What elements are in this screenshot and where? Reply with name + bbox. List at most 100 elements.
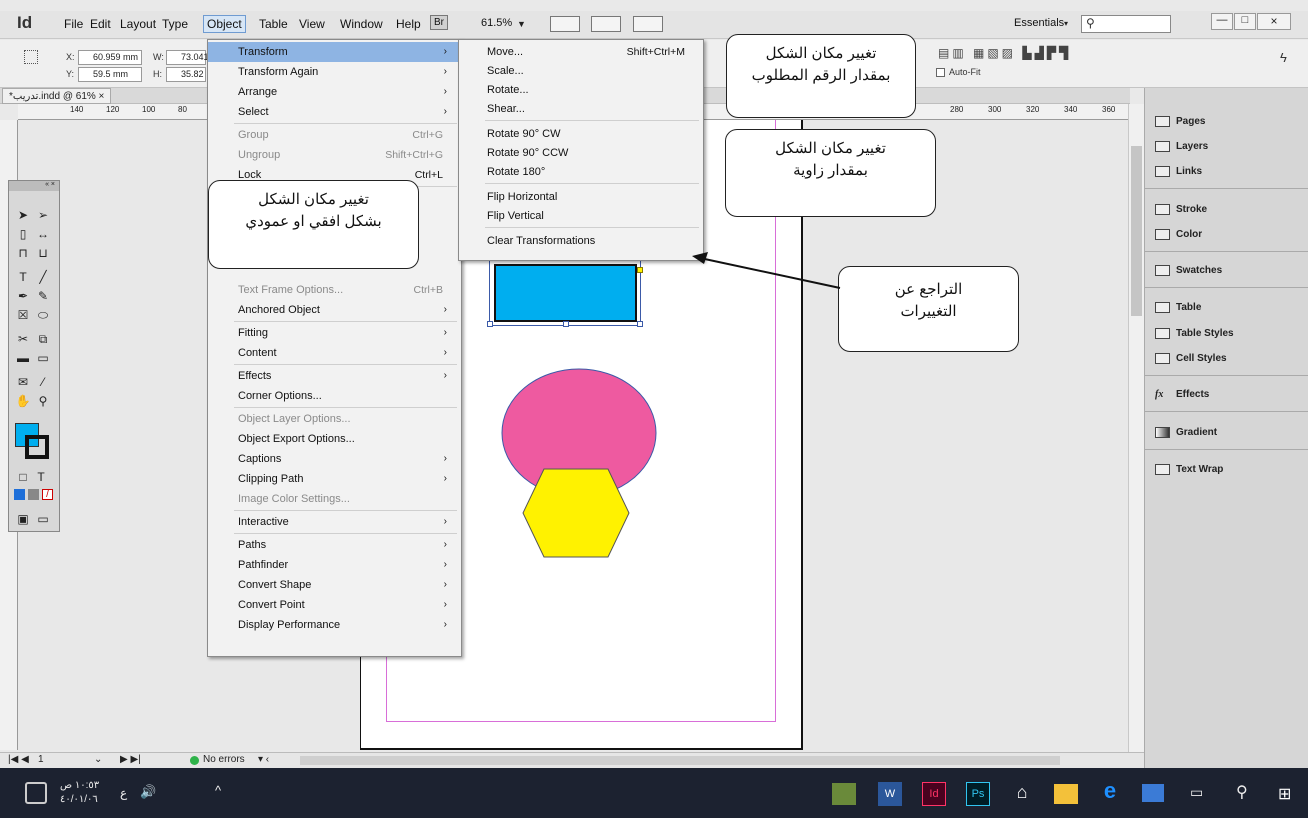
text-wrap-panel-tab[interactable]: Text Wrap (1155, 464, 1223, 475)
pencil-tool-icon[interactable]: ✎ (35, 288, 51, 304)
stroke-panel-tab[interactable]: Stroke (1155, 204, 1207, 215)
preview-mode-icon[interactable]: ▭ (35, 511, 51, 527)
page-tool-icon[interactable]: ▯ (15, 226, 31, 242)
object-menu-item[interactable]: Captions › (208, 449, 461, 469)
toolbox-header[interactable]: « × (9, 181, 59, 191)
object-menu-item[interactable]: Pathfinder › (208, 555, 461, 575)
object-menu-item[interactable]: Object Export Options... (208, 429, 461, 449)
layers-panel-tab[interactable]: Layers (1155, 141, 1208, 152)
menu-file[interactable]: File (61, 17, 86, 31)
arrange-documents-icon[interactable] (633, 16, 663, 32)
store-icon[interactable]: ⌂ (1010, 782, 1034, 806)
menu-window[interactable]: Window (337, 17, 386, 31)
first-page-icon[interactable]: |◀ ◀ (8, 754, 29, 765)
selection-handle[interactable] (563, 321, 569, 327)
menu-type[interactable]: Type (159, 17, 191, 31)
rectangle-frame-tool-icon[interactable]: ☒ (15, 307, 31, 323)
chevron-up-icon[interactable]: ^ (215, 783, 221, 798)
minimize-button[interactable]: — (1211, 13, 1233, 30)
input-language[interactable]: ع (120, 786, 127, 800)
workspace-switcher[interactable]: Essentials (1011, 17, 1067, 29)
word-icon[interactable]: W (878, 782, 902, 806)
formatting-text-icon[interactable]: T (33, 469, 49, 485)
transform-menu-item[interactable]: Rotate... (459, 80, 703, 100)
note-tool-icon[interactable]: ✉ (15, 374, 31, 390)
ellipse-tool-icon[interactable]: ⬭ (35, 307, 51, 323)
cell-styles-panel-tab[interactable]: Cell Styles (1155, 353, 1227, 364)
hand-tool-icon[interactable]: ✋ (15, 393, 31, 409)
object-menu-item[interactable]: Content › (208, 343, 461, 363)
eyedropper-tool-icon[interactable]: ⁄ (35, 374, 51, 390)
object-menu-item[interactable]: Display Performance › (208, 615, 461, 635)
transform-menu-item[interactable]: Rotate 90° CW (459, 124, 703, 144)
menu-object[interactable]: Object (203, 15, 246, 33)
action-center-icon[interactable] (25, 782, 47, 804)
gradient-swatch-tool-icon[interactable]: ▬ (15, 350, 31, 366)
chevron-down-icon[interactable]: ⌄ (94, 754, 102, 765)
color-panel-tab[interactable]: Color (1155, 229, 1202, 240)
pen-tool-icon[interactable]: ✒ (15, 288, 31, 304)
content-placer-icon[interactable]: ⊔ (35, 245, 51, 261)
links-panel-tab[interactable]: Links (1155, 166, 1202, 177)
object-menu-item[interactable]: Select › (208, 102, 461, 122)
scissors-tool-icon[interactable]: ✂ (15, 331, 31, 347)
direct-selection-tool-icon[interactable]: ➢ (35, 207, 51, 223)
width-field[interactable]: 73.041 (166, 50, 209, 65)
gradient-feather-tool-icon[interactable]: ▭ (35, 350, 51, 366)
vertical-scrollbar[interactable] (1128, 104, 1144, 752)
clock-time[interactable]: ١٠:٥٣ ص (60, 780, 99, 791)
selection-handle[interactable] (487, 321, 493, 327)
lightning-icon[interactable]: ϟ (1280, 50, 1287, 65)
gap-tool-icon[interactable]: ↔ (35, 226, 51, 242)
chevron-down-icon[interactable]: ▾ ‹ (258, 754, 269, 765)
preflight-status[interactable]: No errors (203, 754, 245, 765)
object-menu-item[interactable]: Transform Again › (208, 62, 461, 82)
hexagon-shape[interactable] (522, 468, 630, 558)
table-styles-panel-tab[interactable]: Table Styles (1155, 328, 1234, 339)
gradient-panel-tab[interactable]: Gradient (1155, 427, 1217, 438)
object-menu-item[interactable]: Convert Shape › (208, 575, 461, 595)
search-input[interactable]: ⚲ (1081, 15, 1171, 33)
height-field[interactable]: 35.82 (166, 67, 206, 82)
menu-layout[interactable]: Layout (117, 17, 159, 31)
chevron-down-icon[interactable]: ▼ (517, 19, 526, 29)
menu-help[interactable]: Help (393, 17, 424, 31)
file-explorer-icon[interactable] (1054, 784, 1078, 804)
swatches-panel-tab[interactable]: Swatches (1155, 265, 1222, 276)
windows-start-icon[interactable]: ⊞ (1278, 784, 1291, 804)
reference-point-icon[interactable] (24, 50, 38, 64)
view-options-icon[interactable] (591, 16, 621, 32)
edge-icon[interactable]: e (1098, 778, 1122, 803)
menu-view[interactable]: View (296, 17, 328, 31)
clock-date[interactable]: ٤٠/٠١/٠٦ (60, 794, 98, 805)
object-menu-item[interactable]: Convert Point › (208, 595, 461, 615)
indesign-icon[interactable]: Id (922, 782, 946, 806)
next-page-icon[interactable]: ▶ ▶| (120, 754, 141, 765)
menu-edit[interactable]: Edit (87, 17, 114, 31)
transform-menu-item[interactable]: Rotate 90° CCW (459, 143, 703, 163)
align-icons[interactable]: ▤▥ ▦▧▨ ▙▟▛▜ (938, 46, 1128, 60)
zoom-tool-icon[interactable]: ⚲ (35, 393, 51, 409)
horizontal-scrollbar[interactable] (300, 756, 1060, 765)
zoom-level[interactable]: 61.5% (478, 17, 515, 29)
object-menu-item[interactable]: Clipping Path › (208, 469, 461, 489)
normal-view-icon[interactable]: ▣ (15, 511, 31, 527)
line-tool-icon[interactable]: ╱ (35, 269, 51, 285)
screen-mode-icon[interactable] (550, 16, 580, 32)
object-menu-item[interactable]: Interactive › (208, 512, 461, 532)
transform-menu-item[interactable]: Move... Shift+Ctrl+M (459, 42, 703, 62)
selection-handle[interactable] (637, 321, 643, 327)
object-menu-item[interactable]: Arrange › (208, 82, 461, 102)
transform-menu-item[interactable]: Clear Transformations (459, 231, 703, 251)
apply-color-icon[interactable] (14, 489, 25, 500)
object-menu-item[interactable]: Transform › (208, 42, 461, 62)
maximize-button[interactable]: □ (1234, 13, 1256, 30)
transform-menu-item[interactable]: Scale... (459, 61, 703, 81)
menu-table[interactable]: Table (256, 17, 291, 31)
pages-panel-tab[interactable]: Pages (1155, 116, 1205, 127)
table-panel-tab[interactable]: Table (1155, 302, 1201, 313)
close-button[interactable]: × (1257, 13, 1291, 30)
autofit-checkbox[interactable] (936, 68, 945, 77)
object-menu-item[interactable]: Corner Options... (208, 386, 461, 406)
bridge-button[interactable]: Br (430, 15, 448, 30)
